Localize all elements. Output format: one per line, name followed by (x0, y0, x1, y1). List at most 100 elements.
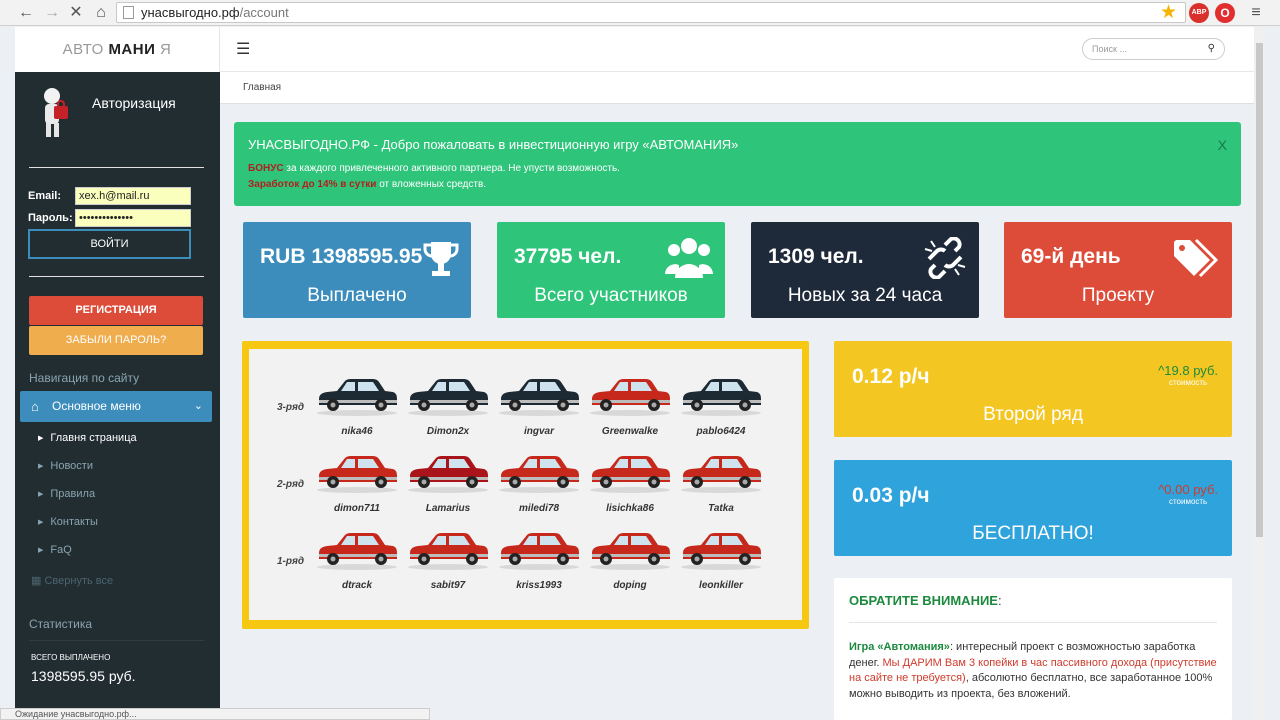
car-owner-name: Dimon2x (426, 426, 470, 437)
price-value: ^19.8 руб. (1158, 363, 1218, 378)
stat-value: 37795 чел. (514, 245, 622, 268)
opera-icon[interactable]: O (1215, 3, 1235, 23)
menu-item-news[interactable]: ▶ Новости (38, 460, 93, 472)
password-field[interactable]: •••••••••••••• (75, 209, 191, 227)
car-icon[interactable] (679, 527, 763, 571)
stat-box-paid: RUB 1398595.95 Выплачено (243, 222, 471, 318)
car-owner-name: sabit97 (430, 580, 466, 591)
login-form: Email: xex.h@mail.ru Пароль: •••••••••••… (15, 168, 220, 276)
back-icon[interactable]: ← (16, 3, 36, 23)
close-icon[interactable]: X (1218, 137, 1227, 153)
grid-icon: ▦ (31, 575, 42, 587)
address-bar[interactable]: унасвыгодно.рф/account (116, 2, 1186, 23)
car-owner-name: miledi78 (518, 503, 560, 514)
stat-value: RUB 1398595.95 (260, 245, 423, 268)
car-icon[interactable] (679, 373, 763, 417)
password-label: Пароль: (28, 212, 73, 224)
stats-heading: Статистика (29, 617, 93, 631)
forward-icon[interactable]: → (42, 3, 62, 23)
menu-item-faq[interactable]: ▶ FaQ (38, 544, 72, 556)
car-icon[interactable] (588, 450, 672, 494)
car-icon[interactable] (406, 373, 490, 417)
car-owner-name: Lamarius (425, 503, 471, 514)
stat-value: 1309 чел. (768, 245, 864, 268)
search-input[interactable]: Поиск ... ⚲ (1082, 38, 1225, 60)
breadcrumb-home[interactable]: Главная (243, 82, 281, 93)
garage-panel: 3-ряд 2-ряд 1-ряд nika46 Dimon2x ingvar Gre… (242, 341, 809, 629)
car-icon[interactable] (588, 373, 672, 417)
price-label: стоимость (1168, 378, 1208, 387)
email-field[interactable]: xex.h@mail.ru (75, 187, 191, 205)
car-icon[interactable] (315, 373, 399, 417)
url-domain: унасвыгодно.рф (141, 5, 240, 20)
divider (29, 276, 204, 277)
tags-icon (1174, 238, 1219, 278)
card-label: БЕСПЛАТНО! (972, 523, 1094, 544)
notice-box: ОБРАТИТЕ ВНИМАНИЕ: Игра «Автомания»: инт… (834, 578, 1232, 720)
browser-toolbar: ← → ✕ ⌂ унасвыгодно.рф/account ★ ABP O ≡ (0, 0, 1280, 26)
bookmark-star-icon[interactable]: ★ (1160, 1, 1177, 24)
menu-item-contacts[interactable]: ▶ Контакты (38, 516, 98, 528)
car-owner-name: lisichka86 (606, 503, 654, 514)
users-icon (665, 238, 713, 278)
car-icon[interactable] (315, 450, 399, 494)
car-owner-name: dimon711 (334, 503, 380, 514)
car-icon[interactable] (315, 527, 399, 571)
car-icon[interactable] (679, 450, 763, 494)
car-icon[interactable] (497, 373, 581, 417)
trophy-icon (423, 242, 459, 276)
price-block: ^0.00 руб. стоимость (1158, 482, 1218, 506)
search-icon[interactable]: ⚲ (1208, 39, 1215, 59)
email-label: Email: (28, 190, 62, 202)
total-paid-value: 1398595.95 руб. (31, 668, 136, 684)
stat-box-participants: 37795 чел. Всего участников (497, 222, 725, 318)
car-owner-name: nika46 (341, 426, 373, 437)
stat-label: Проекту (1081, 285, 1155, 306)
card-label: Второй ряд (983, 404, 1083, 425)
total-paid-label: ВСЕГО ВЫПЛАЧЕНО (31, 653, 111, 662)
url-path: /account (239, 5, 289, 20)
adblock-icon[interactable]: ABP (1189, 3, 1209, 23)
menu-item-rules[interactable]: ▶ Правила (38, 488, 95, 500)
stat-label: Выплачено (307, 285, 407, 306)
car-owner-name: Greenwalke (601, 426, 659, 437)
register-button[interactable]: РЕГИСТРАЦИЯ (29, 296, 203, 325)
scrollbar-thumb[interactable] (1256, 43, 1263, 537)
car-icon[interactable] (497, 527, 581, 571)
card-second-row[interactable]: 0.12 р/ч ^19.8 руб. стоимость Второй ряд (834, 341, 1232, 437)
car-owner-name: pablo6424 (696, 426, 746, 437)
car-owner-name: leonkiller (699, 580, 743, 591)
car-icon[interactable] (406, 450, 490, 494)
search-placeholder: Поиск ... (1092, 44, 1127, 54)
car-icon[interactable] (497, 450, 581, 494)
top-navbar: ☰ Поиск ... ⚲ (220, 27, 1254, 72)
site-logo[interactable]: АВТО МАНИ Я (15, 27, 220, 72)
collapse-all-button[interactable]: ▦ Свернуть все (31, 574, 113, 587)
stop-icon[interactable]: ✕ (66, 3, 86, 23)
car-icon[interactable] (406, 527, 490, 571)
home-icon[interactable]: ⌂ (91, 3, 111, 23)
price-value: ^0.00 руб. (1158, 482, 1218, 497)
car-icon[interactable] (588, 527, 672, 571)
main-menu-label: Основное меню (52, 399, 141, 413)
main-menu-toggle[interactable]: ⌂ Основное меню ⌄ (20, 391, 212, 422)
scrollbar[interactable] (1254, 27, 1265, 720)
menu-item-home[interactable]: ▶ Главня страница (38, 432, 137, 444)
row-label-2: 2-ряд (277, 479, 305, 490)
stat-label: Всего участников (534, 285, 688, 306)
row-label-3: 3-ряд (277, 402, 305, 413)
menu-icon[interactable]: ≡ (1246, 3, 1266, 23)
car-owner-name: Tatka (708, 503, 734, 514)
hamburger-icon[interactable]: ☰ (236, 39, 250, 59)
price-label: стоимость (1168, 497, 1208, 506)
chevron-down-icon: ⌄ (193, 400, 203, 412)
forgot-password-button[interactable]: ЗАБЫЛИ ПАРОЛЬ? (29, 326, 203, 355)
divider (29, 640, 204, 641)
car-owner-name: doping (613, 580, 647, 591)
alert-title: УНАСВЫГОДНО.РФ - Добро пожаловать в инве… (248, 137, 739, 152)
price-block: ^19.8 руб. стоимость (1158, 363, 1218, 387)
page-icon (123, 6, 134, 19)
card-free[interactable]: 0.03 р/ч ^0.00 руб. стоимость БЕСПЛАТНО! (834, 460, 1232, 556)
login-button[interactable]: ВОЙТИ (28, 229, 191, 259)
car-owner-name: dtrack (341, 580, 372, 591)
